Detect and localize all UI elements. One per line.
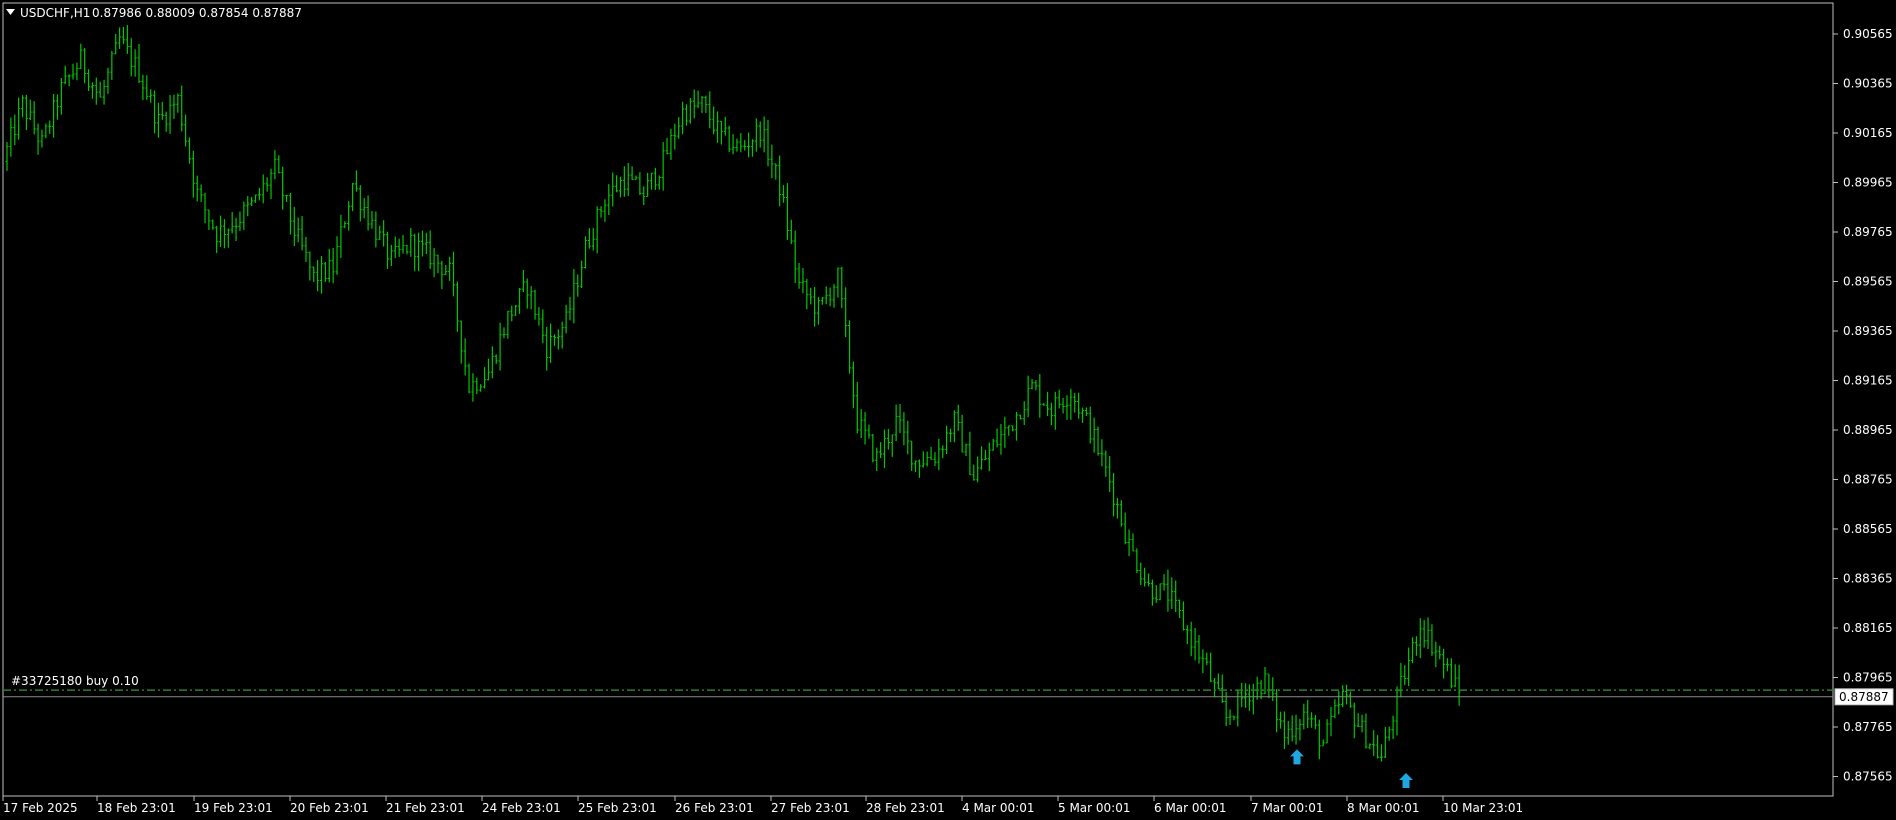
y-tick-label: 0.90565 [1843, 27, 1893, 41]
y-tick-label: 0.87765 [1843, 720, 1893, 734]
x-tick-label: 10 Mar 23:01 [1443, 801, 1523, 815]
x-tick-label: 18 Feb 23:01 [97, 801, 176, 815]
y-tick-label: 0.88565 [1843, 522, 1893, 536]
y-tick-label: 0.89965 [1843, 176, 1893, 190]
x-tick-label: 5 Mar 00:01 [1058, 801, 1131, 815]
x-tick-label: 21 Feb 23:01 [386, 801, 465, 815]
chart-ohlc: 0.87986 0.88009 0.87854 0.87887 [92, 6, 302, 20]
chart-symbol: USDCHF,H1 [20, 6, 90, 20]
order-label: #33725180 buy 0.10 [11, 674, 139, 688]
x-tick-label: 8 Mar 00:01 [1347, 801, 1420, 815]
y-tick-label: 0.90365 [1843, 77, 1893, 91]
y-tick-label: 0.89365 [1843, 324, 1893, 338]
chart-area[interactable]: #33725180 buy 0.10 0.90565 0.90365 0.90165… [0, 0, 1896, 820]
x-tick-label: 7 Mar 00:01 [1251, 801, 1324, 815]
x-tick-label: 4 Mar 00:01 [962, 801, 1035, 815]
y-tick-label: 0.88965 [1843, 423, 1893, 437]
y-tick-label: 0.87965 [1843, 671, 1893, 685]
x-tick-label: 24 Feb 23:01 [482, 801, 561, 815]
x-tick-label: 28 Feb 23:01 [866, 801, 945, 815]
x-tick-label: 17 Feb 2025 [3, 801, 78, 815]
y-tick-label: 0.87565 [1843, 770, 1893, 784]
x-tick-label: 19 Feb 23:01 [194, 801, 273, 815]
current-price-label: 0.87887 [1839, 690, 1889, 704]
y-tick-label: 0.88165 [1843, 621, 1893, 635]
y-tick-label: 0.89565 [1843, 275, 1893, 289]
y-tick-label: 0.88765 [1843, 473, 1893, 487]
y-tick-label: 0.89765 [1843, 225, 1893, 239]
y-tick-label: 0.89165 [1843, 374, 1893, 388]
x-tick-label: 25 Feb 23:01 [578, 801, 657, 815]
y-tick-label: 0.90165 [1843, 126, 1893, 140]
x-tick-label: 6 Mar 00:01 [1154, 801, 1227, 815]
x-tick-label: 26 Feb 23:01 [675, 801, 754, 815]
y-tick-label: 0.88365 [1843, 572, 1893, 586]
x-tick-label: 20 Feb 23:01 [290, 801, 369, 815]
x-tick-label: 27 Feb 23:01 [771, 801, 850, 815]
